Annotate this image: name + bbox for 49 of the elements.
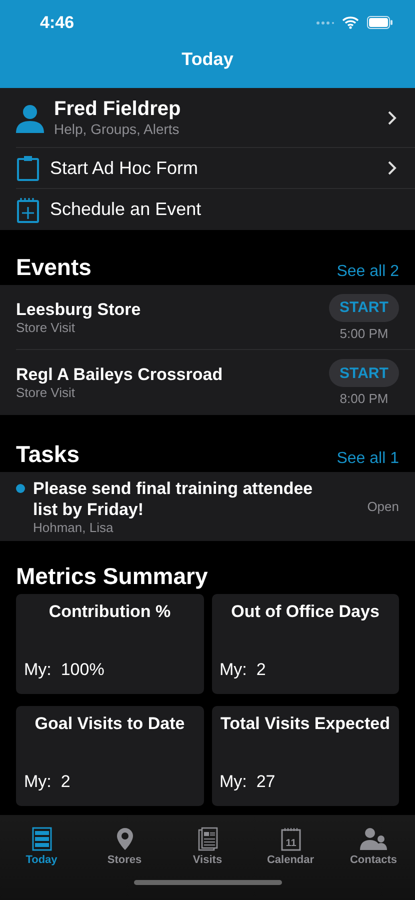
people-icon xyxy=(360,827,388,851)
user-name: Fred Fieldrep xyxy=(54,98,182,121)
metric-value: My: 2 xyxy=(24,772,72,792)
profile-subtitle: Help, Groups, Alerts xyxy=(54,121,180,137)
tab[interactable]: Today xyxy=(0,827,83,866)
start-button[interactable]: START xyxy=(329,359,399,387)
event-time: 8:00 PM xyxy=(340,391,388,406)
metric-value: My: 27 xyxy=(220,772,276,792)
metric-title: Total Visits Expected xyxy=(220,714,391,734)
see-all-link[interactable]: See all 1 xyxy=(336,450,399,468)
tab[interactable]: Visits xyxy=(166,827,249,866)
metric-title: Out of Office Days xyxy=(230,602,380,622)
list-icon xyxy=(32,827,52,851)
metric-value: My: 100% xyxy=(24,660,106,680)
metric-value: My: 2 xyxy=(220,660,267,680)
task-title: Please send final training attendee list by Friday! xyxy=(33,478,314,520)
menu-item[interactable]: Fred Fieldrep Help, Groups, Alerts xyxy=(16,88,415,148)
task-assignee: Hohman, Lisa xyxy=(33,520,114,535)
menu-label: Schedule an Event xyxy=(50,199,202,220)
battery-icon xyxy=(367,16,393,29)
event-time: 5:00 PM xyxy=(340,326,388,340)
event-name: Regl A Baileys Crossroad xyxy=(16,365,224,385)
calendar-add-icon xyxy=(16,196,40,222)
calendar-icon: 11 xyxy=(280,827,300,851)
menu-label: Start Ad Hoc Form xyxy=(50,158,200,178)
task-status: Open xyxy=(367,499,399,514)
metric-title: Goal Visits to Date xyxy=(34,714,186,734)
event-type: Store Visit xyxy=(16,385,76,400)
see-all-link[interactable]: See all 2 xyxy=(336,263,399,281)
nav-title: Today xyxy=(182,49,234,70)
tab[interactable]: 11 Calendar xyxy=(249,827,332,866)
tab[interactable]: Contacts xyxy=(332,827,415,866)
status-time: 4:46 xyxy=(40,12,74,32)
event-name: Leesburg Store xyxy=(16,300,142,320)
section-title: Metrics Summary xyxy=(16,563,208,590)
event-type: Store Visit xyxy=(16,320,76,334)
start-button[interactable]: START xyxy=(329,294,399,322)
document-icon xyxy=(198,827,218,851)
wifi-icon xyxy=(342,16,359,29)
person-icon xyxy=(16,102,44,132)
section-title: Tasks xyxy=(16,441,80,468)
section-title: Events xyxy=(16,254,92,281)
signal-icon xyxy=(316,20,334,24)
clipboard-icon xyxy=(16,155,40,181)
metric-title: Contribution % xyxy=(48,602,172,622)
menu-item[interactable]: Start Ad Hoc Form xyxy=(16,148,415,189)
map-pin-icon xyxy=(116,827,134,851)
menu-item[interactable]: Schedule an Event xyxy=(16,189,415,230)
tab[interactable]: Stores xyxy=(83,827,166,866)
